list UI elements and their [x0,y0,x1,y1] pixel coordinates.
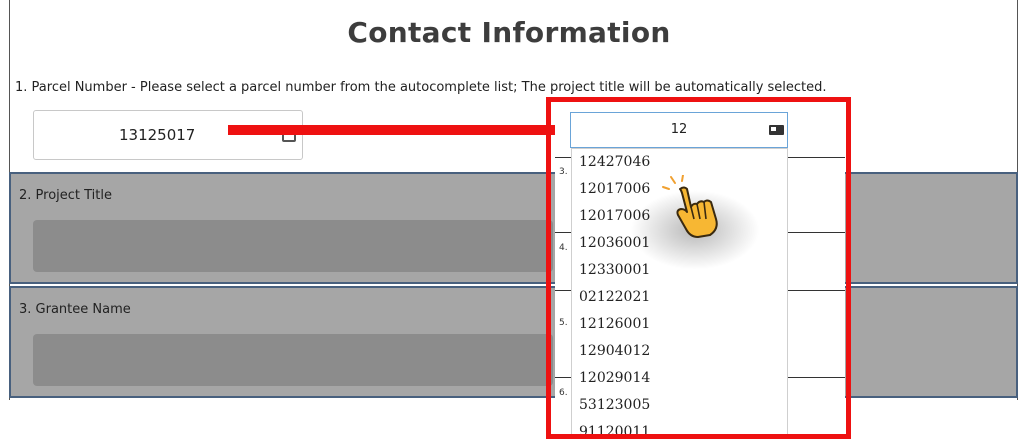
grantee-name-label: 3. Grantee Name [19,302,131,317]
page-title: Contact Information [347,16,671,49]
project-title-section: 2. Project Title [9,172,1018,284]
hand-pointer-icon [662,175,718,238]
parcel-number-label: 1. Parcel Number - Please select a parce… [15,80,827,95]
project-title-label: 2. Project Title [19,188,113,203]
grantee-name-field[interactable] [33,334,553,386]
parcel-number-input[interactable]: 13125017 [33,110,303,160]
grantee-name-section: 3. Grantee Name [9,286,1018,398]
parcel-number-value: 13125017 [119,126,196,144]
callout-arrow-shaft [228,125,568,135]
project-title-field[interactable] [33,220,553,272]
